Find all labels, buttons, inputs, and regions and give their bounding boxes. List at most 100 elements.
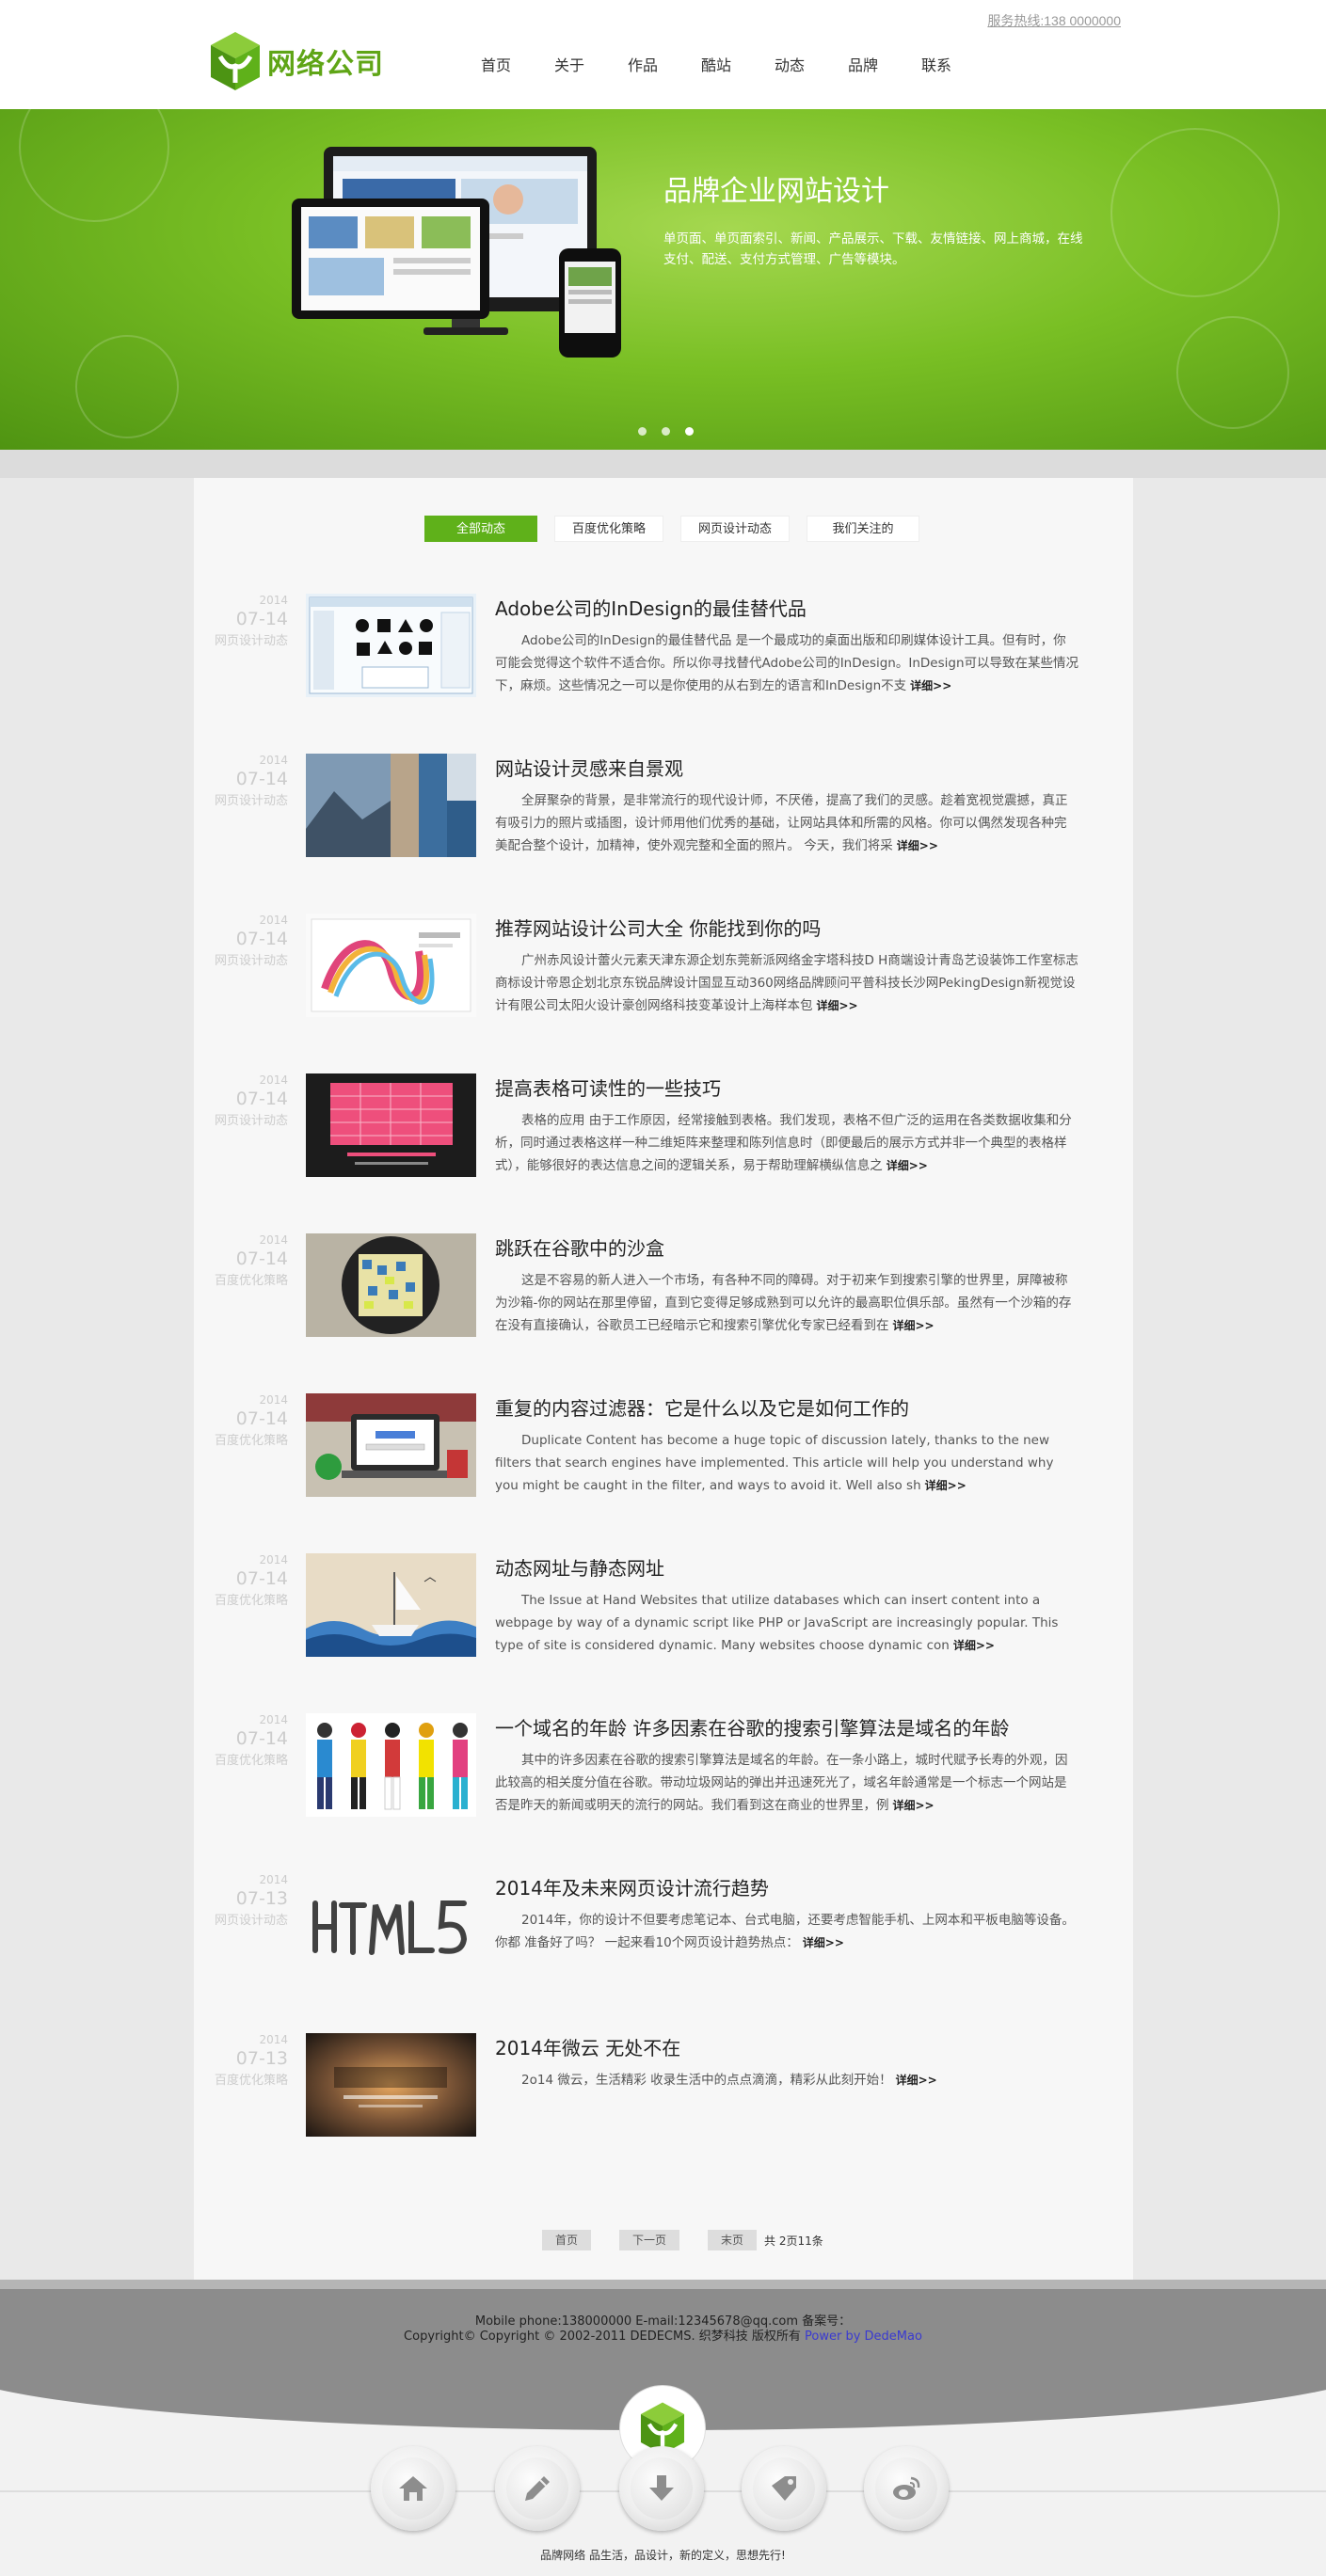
article-year: 2014 bbox=[259, 2033, 288, 2046]
article-title[interactable]: 动态网址与静态网址 bbox=[495, 1553, 664, 1581]
article-thumbnail[interactable] bbox=[306, 2033, 476, 2137]
slider-dot-active[interactable] bbox=[685, 427, 694, 436]
article-date: 2014 07-14 百度优化策略 bbox=[213, 1553, 288, 1611]
article-thumbnail[interactable] bbox=[306, 1233, 476, 1337]
powered-by-link[interactable]: Power by DedeMao bbox=[805, 2330, 922, 2344]
article-thumbnail[interactable] bbox=[306, 594, 476, 697]
footer-download-button[interactable] bbox=[619, 2446, 704, 2531]
article-category[interactable]: 网页设计动态 bbox=[213, 951, 288, 971]
logo-cube-icon bbox=[207, 28, 264, 94]
article-item: 2014 07-13 网页设计动态 2014年及未来网页设计流行趋势 2014年… bbox=[194, 1873, 1133, 1996]
article-year: 2014 bbox=[259, 754, 288, 767]
footer-edit-button[interactable] bbox=[495, 2446, 580, 2531]
article-item: 2014 07-14 百度优化策略 动态网址与静态网址 The Issue at… bbox=[194, 1553, 1133, 1676]
article-title[interactable]: Adobe公司的InDesign的最佳替代品 bbox=[495, 594, 807, 621]
article-item: 2014 07-14 网页设计动态 网站设计灵感来自景观 全屏聚杂的背景，是非常… bbox=[194, 754, 1133, 876]
nav-item-home[interactable]: 首页 bbox=[459, 53, 533, 75]
article-month-day: 07-14 bbox=[235, 929, 288, 949]
article-month-day: 07-14 bbox=[235, 609, 288, 629]
article-title[interactable]: 网站设计灵感来自景观 bbox=[495, 754, 683, 781]
article-category[interactable]: 百度优化策略 bbox=[213, 2071, 288, 2091]
article-title[interactable]: 重复的内容过滤器：它是什么以及它是如何工作的 bbox=[495, 1393, 909, 1421]
article-title[interactable]: 2014年微云 无处不在 bbox=[495, 2033, 680, 2060]
nav-item-news[interactable]: 动态 bbox=[753, 53, 826, 75]
footer-contact: Mobile phone:138000000 E-mail:12345678@q… bbox=[474, 2314, 852, 2329]
article-month-day: 07-14 bbox=[235, 769, 288, 789]
main-nav: 首页 关于 作品 酷站 动态 品牌 联系 bbox=[459, 53, 973, 75]
article-title[interactable]: 跳跃在谷歌中的沙盒 bbox=[495, 1233, 664, 1261]
article-category[interactable]: 网页设计动态 bbox=[213, 1111, 288, 1131]
read-more-link[interactable]: 详细>> bbox=[925, 1479, 967, 1492]
article-date: 2014 07-13 网页设计动态 bbox=[213, 1873, 288, 1931]
article-month-day: 07-14 bbox=[235, 1728, 288, 1749]
article-title[interactable]: 推荐网站设计公司大全 你能找到你的吗 bbox=[495, 914, 821, 941]
nav-item-about[interactable]: 关于 bbox=[533, 53, 606, 75]
article-category[interactable]: 网页设计动态 bbox=[213, 791, 288, 811]
read-more-link[interactable]: 详细>> bbox=[897, 839, 938, 852]
slider-dot[interactable] bbox=[662, 427, 670, 436]
decor-flower bbox=[19, 109, 169, 222]
article-date: 2014 07-13 百度优化策略 bbox=[213, 2033, 288, 2091]
article-month-day: 07-14 bbox=[235, 1568, 288, 1589]
article-item: 2014 07-13 百度优化策略 2014年微云 无处不在 2o14 微云，生… bbox=[194, 2033, 1133, 2155]
read-more-link[interactable]: 详细>> bbox=[893, 1319, 935, 1332]
article-thumbnail[interactable] bbox=[306, 754, 476, 857]
footer-tag-button[interactable] bbox=[742, 2446, 826, 2531]
article-year: 2014 bbox=[259, 1073, 288, 1087]
read-more-link[interactable]: 详细>> bbox=[887, 1159, 928, 1172]
article-category[interactable]: 百度优化策略 bbox=[213, 1271, 288, 1291]
hero-banner[interactable]: 品牌企业网站设计 单页面、单页面索引、新闻、产品展示、下载、友情链接、网上商城，… bbox=[0, 109, 1326, 450]
article-category[interactable]: 网页设计动态 bbox=[213, 631, 288, 651]
article-date: 2014 07-14 网页设计动态 bbox=[213, 754, 288, 811]
read-more-link[interactable]: 详细>> bbox=[896, 2074, 937, 2087]
pager-first-button[interactable]: 首页 bbox=[542, 2230, 592, 2250]
weibo-icon bbox=[893, 2476, 920, 2500]
article-thumbnail[interactable] bbox=[306, 1393, 476, 1497]
article-category[interactable]: 百度优化策略 bbox=[213, 1431, 288, 1451]
tab-all[interactable]: 全部动态 bbox=[424, 516, 537, 542]
footer-home-button[interactable] bbox=[371, 2446, 455, 2531]
article-title[interactable]: 2014年及未来网页设计流行趋势 bbox=[495, 1873, 769, 1900]
tab-we-follow[interactable]: 我们关注的 bbox=[807, 516, 919, 542]
article-excerpt: 其中的许多因素在谷歌的搜索引擎算法是域名的年龄。在一条小路上，城时代赋予长寿的外… bbox=[495, 1749, 1078, 1817]
pager-summary: 共 2页11条 bbox=[764, 2234, 823, 2248]
read-more-link[interactable]: 详细>> bbox=[893, 1799, 935, 1812]
nav-item-contact[interactable]: 联系 bbox=[900, 53, 973, 75]
article-excerpt-text: 全屏聚杂的背景，是非常流行的现代设计师，不厌倦，提高了我们的灵感。趁着宽视觉震撼… bbox=[495, 793, 1068, 853]
nav-item-brand[interactable]: 品牌 bbox=[826, 53, 900, 75]
read-more-link[interactable]: 详细>> bbox=[953, 1639, 995, 1652]
article-title[interactable]: 提高表格可读性的一些技巧 bbox=[495, 1073, 721, 1101]
article-excerpt: 全屏聚杂的背景，是非常流行的现代设计师，不厌倦，提高了我们的灵感。趁着宽视觉震撼… bbox=[495, 789, 1078, 857]
article-year: 2014 bbox=[259, 1553, 288, 1566]
article-category[interactable]: 网页设计动态 bbox=[213, 1911, 288, 1931]
article-title[interactable]: 一个域名的年龄 许多因素在谷歌的搜索引擎算法是域名的年龄 bbox=[495, 1713, 1009, 1741]
article-thumbnail[interactable] bbox=[306, 914, 476, 1017]
footer-weibo-button[interactable] bbox=[864, 2446, 949, 2531]
article-month-day: 07-14 bbox=[235, 1408, 288, 1429]
site-logo[interactable]: 网络公司 bbox=[207, 28, 384, 94]
article-excerpt-text: 广州赤风设计蕾火元素天津东源企划东莞新派网络金字塔科技D H商端设计青岛艺设装饰… bbox=[495, 953, 1078, 1013]
tab-web-design[interactable]: 网页设计动态 bbox=[680, 516, 790, 542]
pager-last-button[interactable]: 末页 bbox=[708, 2230, 758, 2250]
article-date: 2014 07-14 百度优化策略 bbox=[213, 1393, 288, 1451]
nav-item-works[interactable]: 作品 bbox=[606, 53, 679, 75]
article-date: 2014 07-14 网页设计动态 bbox=[213, 914, 288, 971]
article-date: 2014 07-14 网页设计动态 bbox=[213, 1073, 288, 1131]
category-tabs: 全部动态 百度优化策略 网页设计动态 我们关注的 bbox=[424, 516, 919, 542]
hotline-link[interactable]: 服务热线:138 0000000 bbox=[987, 11, 1121, 30]
site-header: 网络公司 服务热线:138 0000000 首页 关于 作品 酷站 动态 品牌 … bbox=[0, 0, 1326, 109]
article-thumbnail[interactable] bbox=[306, 1553, 476, 1657]
slider-dot[interactable] bbox=[638, 427, 647, 436]
read-more-link[interactable]: 详细>> bbox=[817, 999, 858, 1012]
article-category[interactable]: 百度优化策略 bbox=[213, 1751, 288, 1771]
nav-item-cool-sites[interactable]: 酷站 bbox=[679, 53, 753, 75]
article-thumbnail[interactable] bbox=[306, 1713, 476, 1817]
article-thumbnail[interactable] bbox=[306, 1873, 476, 1977]
tab-baidu-seo[interactable]: 百度优化策略 bbox=[554, 516, 663, 542]
article-thumbnail[interactable] bbox=[306, 1073, 476, 1177]
read-more-link[interactable]: 详细>> bbox=[910, 679, 951, 692]
pager-next-button[interactable]: 下一页 bbox=[619, 2230, 680, 2250]
read-more-link[interactable]: 详细>> bbox=[803, 1936, 844, 1949]
article-year: 2014 bbox=[259, 1233, 288, 1247]
article-category[interactable]: 百度优化策略 bbox=[213, 1591, 288, 1611]
